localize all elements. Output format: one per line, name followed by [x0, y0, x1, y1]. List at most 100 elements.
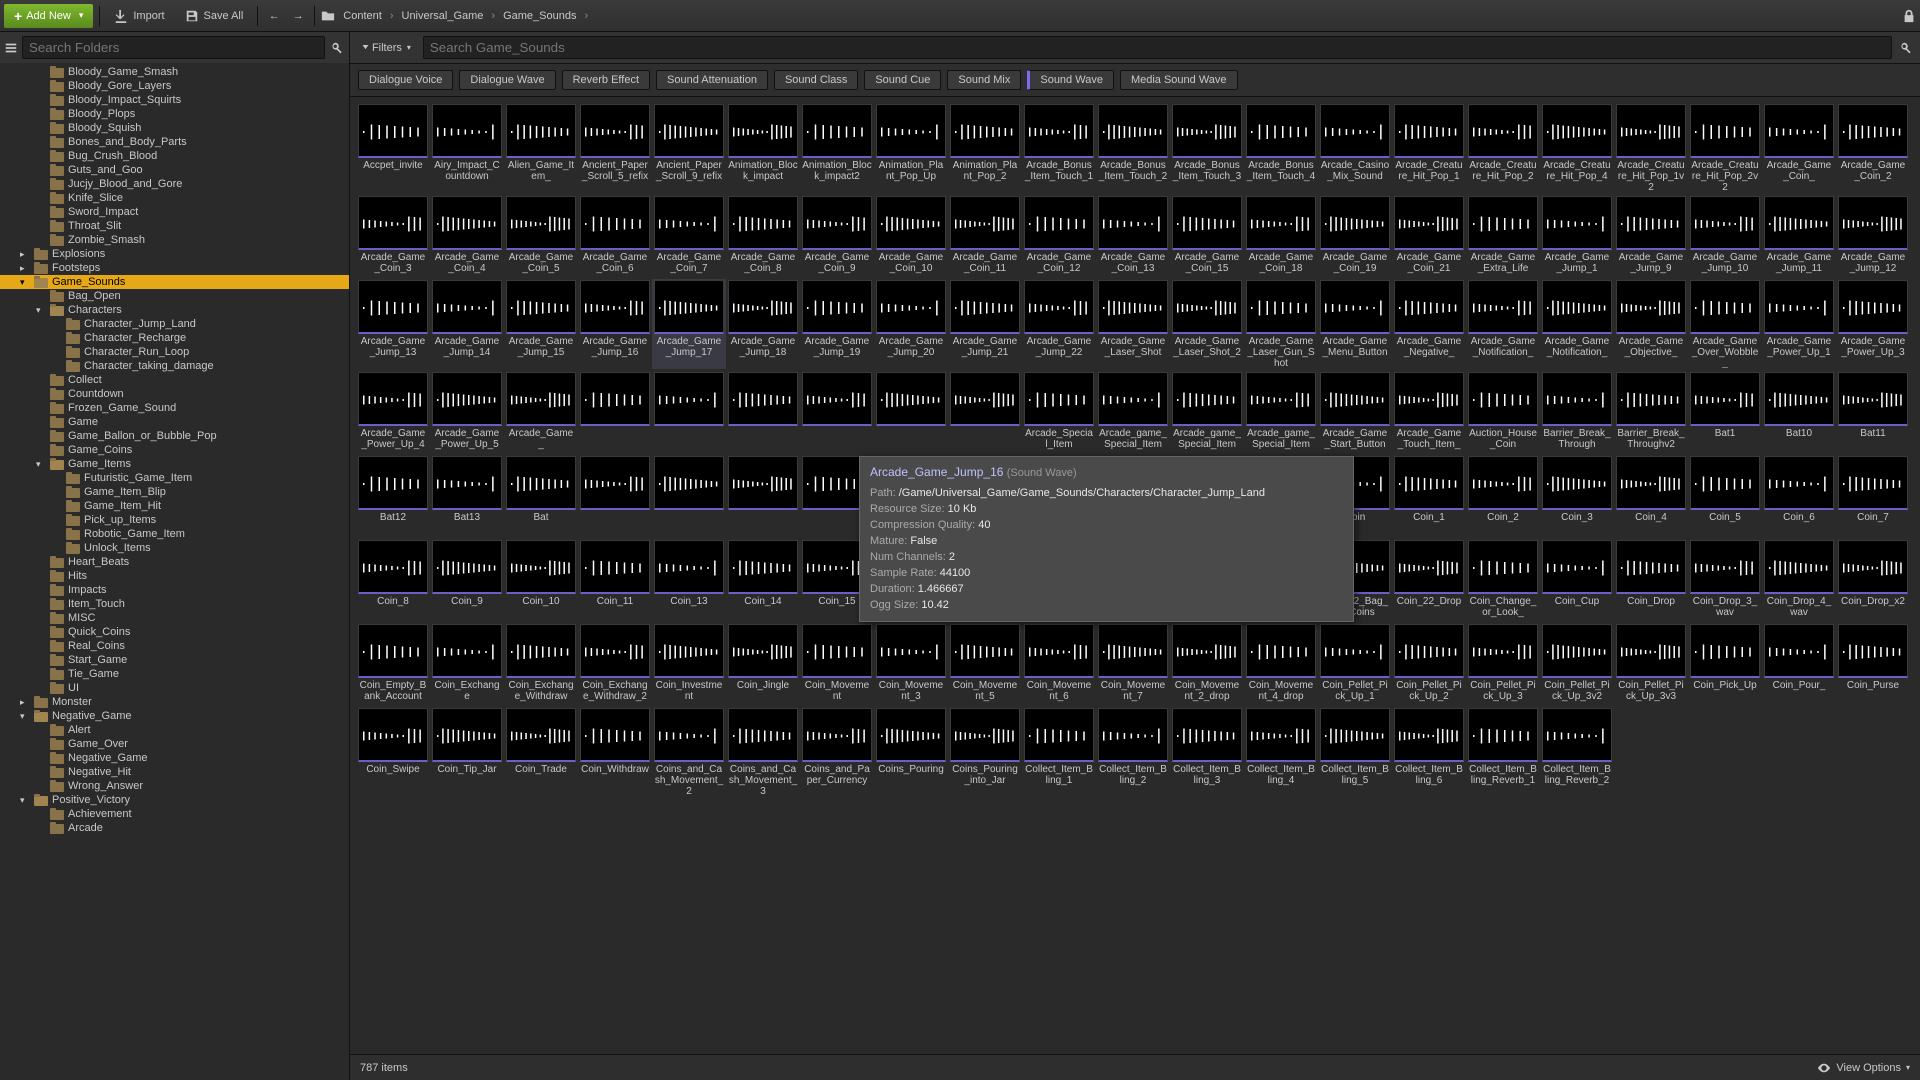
asset-item[interactable]: Coin_Movement_3	[874, 623, 948, 705]
asset-item[interactable]: Arcade_Game_Touch_Item_	[1392, 371, 1466, 453]
tree-item-characters[interactable]: ▾Characters	[0, 303, 349, 317]
tree-item-bloody-gore-layers[interactable]: Bloody_Gore_Layers	[0, 79, 349, 93]
asset-item[interactable]: Arcade_Game_Jump_1	[1540, 195, 1614, 277]
asset-item[interactable]: Coin_Movement_6	[1022, 623, 1096, 705]
asset-item[interactable]: Arcade_Game_Power_Up_4	[356, 371, 430, 453]
asset-item[interactable]: Arcade_Game_Extra_Life	[1466, 195, 1540, 277]
asset-item[interactable]: Arcade_Game_Start_Button	[1318, 371, 1392, 453]
asset-item[interactable]: Arcade_Game_Negative_	[1392, 279, 1466, 369]
asset-item[interactable]: Arcade_Game_Notification_	[1466, 279, 1540, 369]
asset-item[interactable]: Arcade_Creature_Hit_Pop_1	[1392, 103, 1466, 193]
search-icon[interactable]	[1898, 40, 1914, 56]
asset-item[interactable]: Ancient_Paper_Scroll_9_refix	[652, 103, 726, 193]
asset-item[interactable]: Bat12	[356, 455, 430, 537]
asset-item[interactable]: Coins_Pouring_into_Jar	[948, 707, 1022, 797]
asset-item[interactable]: Collect_Item_Bling_3	[1170, 707, 1244, 797]
asset-item[interactable]: Barrier_Break_Through	[1540, 371, 1614, 453]
asset-item[interactable]: Coin_1	[1392, 455, 1466, 537]
asset-item[interactable]: Coin_7	[1836, 455, 1910, 537]
tree-item-bloody-squish[interactable]: Bloody_Squish	[0, 121, 349, 135]
tree-item-quick-coins[interactable]: Quick_Coins	[0, 625, 349, 639]
view-options-button[interactable]: View Options▾	[1817, 1061, 1910, 1075]
asset-item[interactable]	[578, 455, 652, 537]
asset-item[interactable]: Arcade_Game_Laser_Shot_2	[1170, 279, 1244, 369]
asset-item[interactable]: Auction_House_Coin	[1466, 371, 1540, 453]
tree-item-game-item-hit[interactable]: Game_Item_Hit	[0, 499, 349, 513]
asset-item[interactable]: Arcade_Game_Coin_8	[726, 195, 800, 277]
tree-item-character-jump-land[interactable]: Character_Jump_Land	[0, 317, 349, 331]
asset-item[interactable]: Coin_Change_or_Look_	[1466, 539, 1540, 621]
tree-item-item-touch[interactable]: Item_Touch	[0, 597, 349, 611]
asset-item[interactable]	[726, 371, 800, 453]
tree-item-ui[interactable]: UI	[0, 681, 349, 695]
asset-item[interactable]: Barrier_Break_Throughv2	[1614, 371, 1688, 453]
asset-item[interactable]: Arcade_Game_Menu_Button	[1318, 279, 1392, 369]
tree-item-game-items[interactable]: ▾Game_Items	[0, 457, 349, 471]
asset-item[interactable]: Collect_Item_Bling_Reverb_2	[1540, 707, 1614, 797]
tree-item-game[interactable]: Game	[0, 415, 349, 429]
tree-item-monster[interactable]: ▸Monster	[0, 695, 349, 709]
asset-item[interactable]	[578, 371, 652, 453]
tree-item-start-game[interactable]: Start_Game	[0, 653, 349, 667]
asset-item[interactable]: Coin_Movement	[800, 623, 874, 705]
tree-item-pick-up-items[interactable]: Pick_up_Items	[0, 513, 349, 527]
asset-item[interactable]: Animation_Plant_Pop_Up	[874, 103, 948, 193]
tree-item-throat-slit[interactable]: Throat_Slit	[0, 219, 349, 233]
asset-item[interactable]: Coin_Tip_Jar	[430, 707, 504, 797]
tree-item-knife-slice[interactable]: Knife_Slice	[0, 191, 349, 205]
asset-item[interactable]: Coin_Exchange_Withdraw_2	[578, 623, 652, 705]
search-assets-input[interactable]	[423, 36, 1892, 59]
asset-item[interactable]: Arcade_Game_Power_Up_1	[1762, 279, 1836, 369]
asset-item[interactable]: Arcade_Game_Jump_16	[578, 279, 652, 369]
asset-item[interactable]: Coin_Exchange_Withdraw	[504, 623, 578, 705]
asset-item[interactable]: Arcade_Creature_Hit_Pop_2v2	[1688, 103, 1762, 193]
asset-item[interactable]: Arcade_Game_Coin_9	[800, 195, 874, 277]
tree-item-collect[interactable]: Collect	[0, 373, 349, 387]
asset-item[interactable]: Arcade_Game_Jump_20	[874, 279, 948, 369]
asset-item[interactable]: Arcade_game_Special_Item	[1244, 371, 1318, 453]
asset-item[interactable]: Coin_5	[1688, 455, 1762, 537]
asset-item[interactable]: Coin_Pellet_Pick_Up_2	[1392, 623, 1466, 705]
breadcrumb-item[interactable]: Universal_Game	[400, 6, 486, 26]
asset-grid-scroll[interactable]: Accpet_inviteAiry_Impact_CountdownAlien_…	[350, 97, 1920, 1054]
tree-item-tie-game[interactable]: Tie_Game	[0, 667, 349, 681]
type-filter-sound-mix[interactable]: Sound Mix	[947, 70, 1021, 90]
asset-item[interactable]: Collect_Item_Bling_5	[1318, 707, 1392, 797]
tree-item-real-coins[interactable]: Real_Coins	[0, 639, 349, 653]
tree-item-game-coins[interactable]: Game_Coins	[0, 443, 349, 457]
breadcrumb-item[interactable]: Content	[341, 6, 384, 26]
tree-item-bloody-game-smash[interactable]: Bloody_Game_Smash	[0, 65, 349, 79]
tree-item-character-taking-damage[interactable]: Character_taking_damage	[0, 359, 349, 373]
asset-item[interactable]: Ancient_Paper_Scroll_5_refix	[578, 103, 652, 193]
asset-item[interactable]: Alien_Game_Item_	[504, 103, 578, 193]
asset-item[interactable]: Coin_Purse	[1836, 623, 1910, 705]
asset-item[interactable]	[800, 371, 874, 453]
asset-item[interactable]: Animation_Block_impact	[726, 103, 800, 193]
asset-item[interactable]: Arcade_Game_Coin_10	[874, 195, 948, 277]
asset-item[interactable]: Arcade_Game_Coin_12	[1022, 195, 1096, 277]
tree-item-zombie-smash[interactable]: Zombie_Smash	[0, 233, 349, 247]
asset-item[interactable]: Arcade_Bonus_Item_Touch_2	[1096, 103, 1170, 193]
asset-item[interactable]: Arcade_Game_Coin_13	[1096, 195, 1170, 277]
asset-item[interactable]: Arcade_Game_Jump_15	[504, 279, 578, 369]
type-filter-sound-attenuation[interactable]: Sound Attenuation	[656, 70, 768, 90]
lock-icon[interactable]	[1902, 9, 1916, 23]
tree-item-countdown[interactable]: Countdown	[0, 387, 349, 401]
breadcrumb-item[interactable]: Game_Sounds	[501, 6, 578, 26]
asset-item[interactable]	[948, 371, 1022, 453]
type-filter-dialogue-voice[interactable]: Dialogue Voice	[358, 70, 453, 90]
asset-item[interactable]: Arcade_Game_Jump_11	[1762, 195, 1836, 277]
tree-item-unlock-items[interactable]: Unlock_Items	[0, 541, 349, 555]
asset-item[interactable]: Arcade_Game_Coin_4	[430, 195, 504, 277]
type-filter-dialogue-wave[interactable]: Dialogue Wave	[459, 70, 555, 90]
asset-item[interactable]: Arcade_Game_Coin_15	[1170, 195, 1244, 277]
asset-item[interactable]: Arcade_Game_Power_Up_5	[430, 371, 504, 453]
asset-item[interactable]	[652, 455, 726, 537]
asset-item[interactable]: Coins_and_Paper_Currency	[800, 707, 874, 797]
asset-item[interactable]: Arcade_game_Special_Item	[1096, 371, 1170, 453]
asset-item[interactable]: Collect_Item_Bling_4	[1244, 707, 1318, 797]
asset-item[interactable]: Coin_Pellet_Pick_Up_1	[1318, 623, 1392, 705]
tree-item-game-ballon-or-bubble-pop[interactable]: Game_Ballon_or_Bubble_Pop	[0, 429, 349, 443]
asset-item[interactable]: Coin_Pellet_Pick_Up_3	[1466, 623, 1540, 705]
tree-item-bones-and-body-parts[interactable]: Bones_and_Body_Parts	[0, 135, 349, 149]
